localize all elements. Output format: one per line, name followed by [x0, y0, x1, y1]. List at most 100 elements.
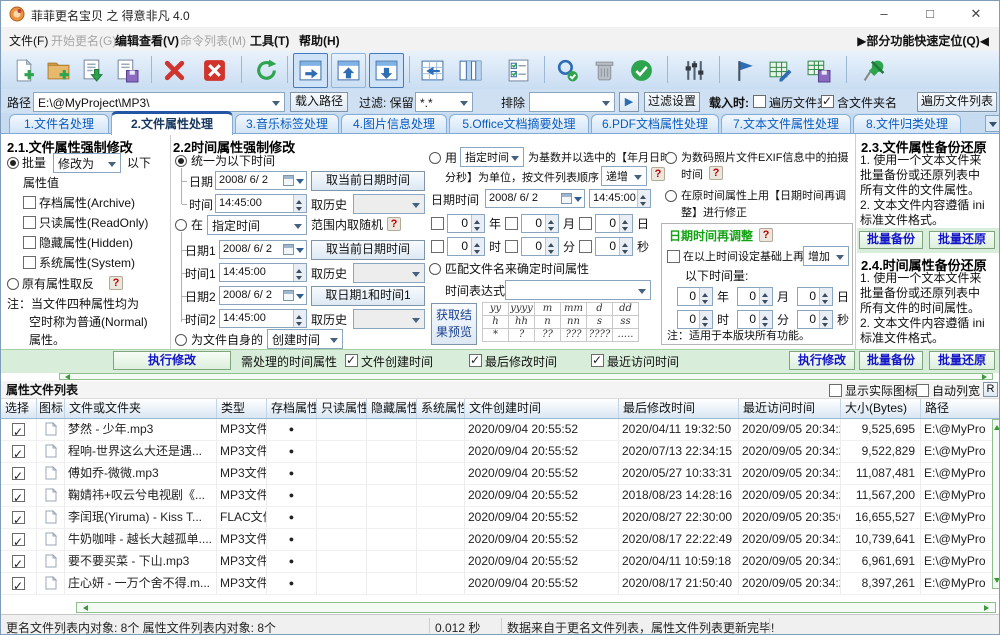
- hidden-attr-checkbox[interactable]: [23, 236, 36, 249]
- save-table-button[interactable]: [801, 53, 836, 88]
- expr-token[interactable]: yy: [482, 302, 509, 316]
- panel-down-button[interactable]: [369, 53, 404, 88]
- new-file-button[interactable]: [7, 53, 42, 88]
- expr-token[interactable]: d: [586, 302, 613, 316]
- batch-radio[interactable]: [7, 157, 19, 169]
- help-badge[interactable]: ?: [759, 228, 773, 242]
- spinner-arrows-icon[interactable]: [471, 238, 484, 255]
- tab-file-classify[interactable]: 8.文件归类处理: [853, 114, 961, 133]
- file-self-time-label[interactable]: 为文件自身的: [191, 333, 263, 347]
- row-checkbox[interactable]: [12, 489, 25, 502]
- col-size[interactable]: 大小(Bytes): [841, 399, 921, 418]
- expr-token[interactable]: ss: [612, 315, 639, 329]
- history-dropdown[interactable]: [353, 194, 425, 214]
- expr-token[interactable]: m: [534, 302, 561, 316]
- readjust-enable-label[interactable]: 在以上时间设定基础上再: [683, 250, 804, 264]
- path-input[interactable]: E:\@MyProject\MP3\: [33, 92, 285, 112]
- system-attr-checkbox[interactable]: [23, 256, 36, 269]
- time-input[interactable]: 14:45:00: [215, 194, 307, 213]
- close-button[interactable]: ✕: [953, 1, 999, 27]
- trash-button[interactable]: [587, 53, 622, 88]
- spinner-arrows-icon[interactable]: [293, 195, 306, 212]
- step-month-spinner[interactable]: 0: [521, 214, 559, 233]
- sec23-backup-button[interactable]: 批量备份: [859, 231, 923, 249]
- menu-tools[interactable]: 工具(T): [250, 32, 289, 49]
- expr-token[interactable]: mm: [560, 302, 587, 316]
- spinner-arrows-icon[interactable]: [293, 310, 306, 327]
- in-label[interactable]: 在: [191, 218, 203, 232]
- exif-time-radio[interactable]: [665, 152, 677, 164]
- match-filename-label[interactable]: 匹配文件名来确定时间属性: [445, 262, 589, 276]
- spinner-arrows-icon[interactable]: [619, 238, 632, 255]
- minimize-button[interactable]: –: [861, 1, 907, 27]
- adjust-day-spinner[interactable]: 0: [797, 287, 833, 306]
- expr-token[interactable]: dd: [612, 302, 639, 316]
- expr-token[interactable]: ?: [508, 328, 535, 342]
- spinner-arrows-icon[interactable]: [471, 215, 484, 232]
- tab-image-info[interactable]: 4.图片信息处理: [341, 114, 447, 133]
- apply-check-button[interactable]: [624, 53, 659, 88]
- col-modified[interactable]: 最后修改时间: [619, 399, 739, 418]
- r-button[interactable]: R: [983, 382, 998, 397]
- menu-edit-view[interactable]: 编辑查看(V): [115, 32, 179, 49]
- row-checkbox[interactable]: [12, 467, 25, 480]
- spinner-arrows-icon[interactable]: [759, 311, 772, 328]
- step-second-spinner[interactable]: 0: [595, 237, 633, 256]
- invert-attr-label[interactable]: 原有属性取反: [22, 277, 94, 291]
- show-real-icons-checkbox[interactable]: [829, 384, 842, 397]
- readonly-attr-checkbox[interactable]: [23, 216, 36, 229]
- spinner-arrows-icon[interactable]: [545, 215, 558, 232]
- spinner-arrows-icon[interactable]: [819, 288, 832, 305]
- history-dropdown[interactable]: [353, 263, 425, 283]
- refresh-button[interactable]: [249, 53, 284, 88]
- traverse-folders-label[interactable]: 遍历文件夹: [769, 96, 829, 110]
- menu-start-rename[interactable]: 开始更名(G): [51, 32, 116, 49]
- col-hidden[interactable]: 隐藏属性: [367, 399, 417, 418]
- take-date1-button[interactable]: 取日期1和时间1: [311, 286, 425, 306]
- help-badge[interactable]: ?: [387, 217, 401, 231]
- tab-file-attributes[interactable]: 2.文件属性处理: [111, 111, 233, 135]
- base-time-input[interactable]: 14:45:00: [589, 189, 651, 208]
- tab-overflow-button[interactable]: [985, 115, 1000, 132]
- col-path[interactable]: 路径: [921, 399, 1000, 418]
- edit-table-button[interactable]: [763, 53, 798, 88]
- table-row[interactable]: 梦然 - 少年.mp3 MP3文件 ● 2020/09/04 20:55:52 …: [1, 419, 1000, 441]
- tab-filename[interactable]: 1.文件名处理: [9, 114, 109, 133]
- step-year-checkbox[interactable]: [431, 217, 444, 230]
- take-current-datetime-button[interactable]: 取当前日期时间: [311, 240, 425, 260]
- spinner-arrows-icon[interactable]: [759, 288, 772, 305]
- traverse-folders-checkbox[interactable]: [753, 95, 766, 108]
- row-checkbox[interactable]: [12, 511, 25, 524]
- step-year-spinner[interactable]: 0: [447, 214, 485, 233]
- table-row[interactable]: 牛奶咖啡 - 越长大越孤单.... MP3文件 ● 2020/09/04 20:…: [1, 529, 1000, 551]
- base-increment-radio[interactable]: [429, 152, 441, 164]
- created-time-checkbox[interactable]: [345, 354, 358, 367]
- expr-token[interactable]: ???: [560, 328, 587, 342]
- scroll-right-icon[interactable]: [982, 374, 990, 380]
- use-label[interactable]: 用: [445, 151, 457, 165]
- history-dropdown[interactable]: [353, 309, 425, 329]
- scroll-left-icon[interactable]: [80, 605, 88, 611]
- expr-token[interactable]: n: [534, 315, 561, 329]
- col-type[interactable]: 类型: [217, 399, 267, 418]
- scroll-up-icon[interactable]: [994, 422, 1000, 430]
- step-second-checkbox[interactable]: [579, 240, 592, 253]
- readjust-mode-dropdown[interactable]: 增加: [803, 246, 849, 266]
- accessed-time-checkbox[interactable]: [591, 354, 604, 367]
- scroll-left-icon[interactable]: [62, 374, 70, 380]
- adjust-hour-spinner[interactable]: 0: [677, 310, 713, 329]
- step-hour-spinner[interactable]: 0: [447, 237, 485, 256]
- self-time-dropdown[interactable]: 创建时间: [267, 329, 343, 349]
- help-badge[interactable]: ?: [651, 167, 665, 181]
- system-attr-label[interactable]: 系统属性(System): [39, 256, 135, 270]
- row-checkbox[interactable]: [12, 423, 25, 436]
- file-self-time-radio[interactable]: [175, 334, 187, 346]
- expr-token[interactable]: nn: [560, 315, 587, 329]
- filter-exclude-input[interactable]: [529, 92, 615, 112]
- step-day-checkbox[interactable]: [579, 217, 592, 230]
- table-horizontal-scrollbar[interactable]: [76, 602, 996, 613]
- table-row[interactable]: 要不要买菜 - 下山.mp3 MP3文件 ● 2020/09/04 20:55:…: [1, 551, 1000, 573]
- include-folder-names-label[interactable]: 含文件夹名: [837, 96, 897, 110]
- quick-locate-toggle[interactable]: ▶部分功能快速定位(Q)◀: [857, 32, 989, 49]
- step-day-spinner[interactable]: 0: [595, 214, 633, 233]
